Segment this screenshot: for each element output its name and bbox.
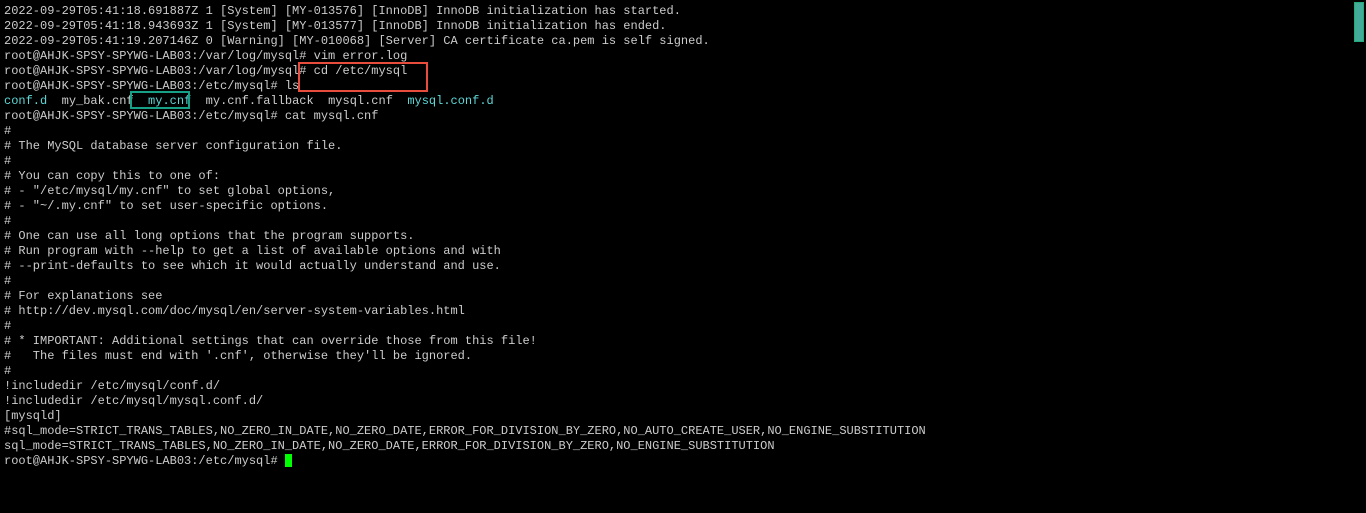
terminal-line: !includedir /etc/mysql/conf.d/ [4,379,1362,394]
terminal-line: # One can use all long options that the … [4,229,1362,244]
terminal-line: # - "~/.my.cnf" to set user-specific opt… [4,199,1362,214]
terminal-line: 2022-09-29T05:41:18.943693Z 1 [System] [… [4,19,1362,34]
terminal-line: 2022-09-29T05:41:19.207146Z 0 [Warning] … [4,34,1362,49]
terminal-line: # * IMPORTANT: Additional settings that … [4,334,1362,349]
directory-name: conf.d [4,94,47,108]
terminal-line: # http://dev.mysql.com/doc/mysql/en/serv… [4,304,1362,319]
terminal-line: # You can copy this to one of: [4,169,1362,184]
terminal-line: conf.d my_bak.cnf my.cnf my.cnf.fallback… [4,94,1362,109]
terminal-line: # [4,124,1362,139]
file-name: my.cnf.fallback mysql.cnf [191,94,407,108]
terminal-line: # [4,274,1362,289]
terminal-line: 2022-09-29T05:41:18.691887Z 1 [System] [… [4,4,1362,19]
terminal-line: root@AHJK-SPSY-SPYWG-LAB03:/var/log/mysq… [4,49,1362,64]
terminal-line: # - "/etc/mysql/my.cnf" to set global op… [4,184,1362,199]
directory-name: my.cnf [148,94,191,108]
terminal-line: # The MySQL database server configuratio… [4,139,1362,154]
terminal-line: !includedir /etc/mysql/mysql.conf.d/ [4,394,1362,409]
terminal-line: root@AHJK-SPSY-SPYWG-LAB03:/etc/mysql# [4,454,1362,469]
terminal-line: # [4,364,1362,379]
terminal-output[interactable]: 2022-09-29T05:41:18.691887Z 1 [System] [… [4,4,1362,469]
terminal-line: # For explanations see [4,289,1362,304]
terminal-line: # [4,319,1362,334]
scrollbar-thumb[interactable] [1354,2,1364,42]
terminal-line: sql_mode=STRICT_TRANS_TABLES,NO_ZERO_IN_… [4,439,1362,454]
terminal-line: # Run program with --help to get a list … [4,244,1362,259]
file-name: my_bak.cnf [47,94,148,108]
terminal-line: # [4,214,1362,229]
terminal-line: #sql_mode=STRICT_TRANS_TABLES,NO_ZERO_IN… [4,424,1362,439]
terminal-line: # --print-defaults to see which it would… [4,259,1362,274]
terminal-line: # [4,154,1362,169]
cursor [285,454,292,467]
terminal-line: root@AHJK-SPSY-SPYWG-LAB03:/var/log/mysq… [4,64,1362,79]
terminal-line: root@AHJK-SPSY-SPYWG-LAB03:/etc/mysql# l… [4,79,1362,94]
directory-name: mysql.conf.d [407,94,493,108]
terminal-line: [mysqld] [4,409,1362,424]
terminal-line: # The files must end with '.cnf', otherw… [4,349,1362,364]
terminal-line: root@AHJK-SPSY-SPYWG-LAB03:/etc/mysql# c… [4,109,1362,124]
